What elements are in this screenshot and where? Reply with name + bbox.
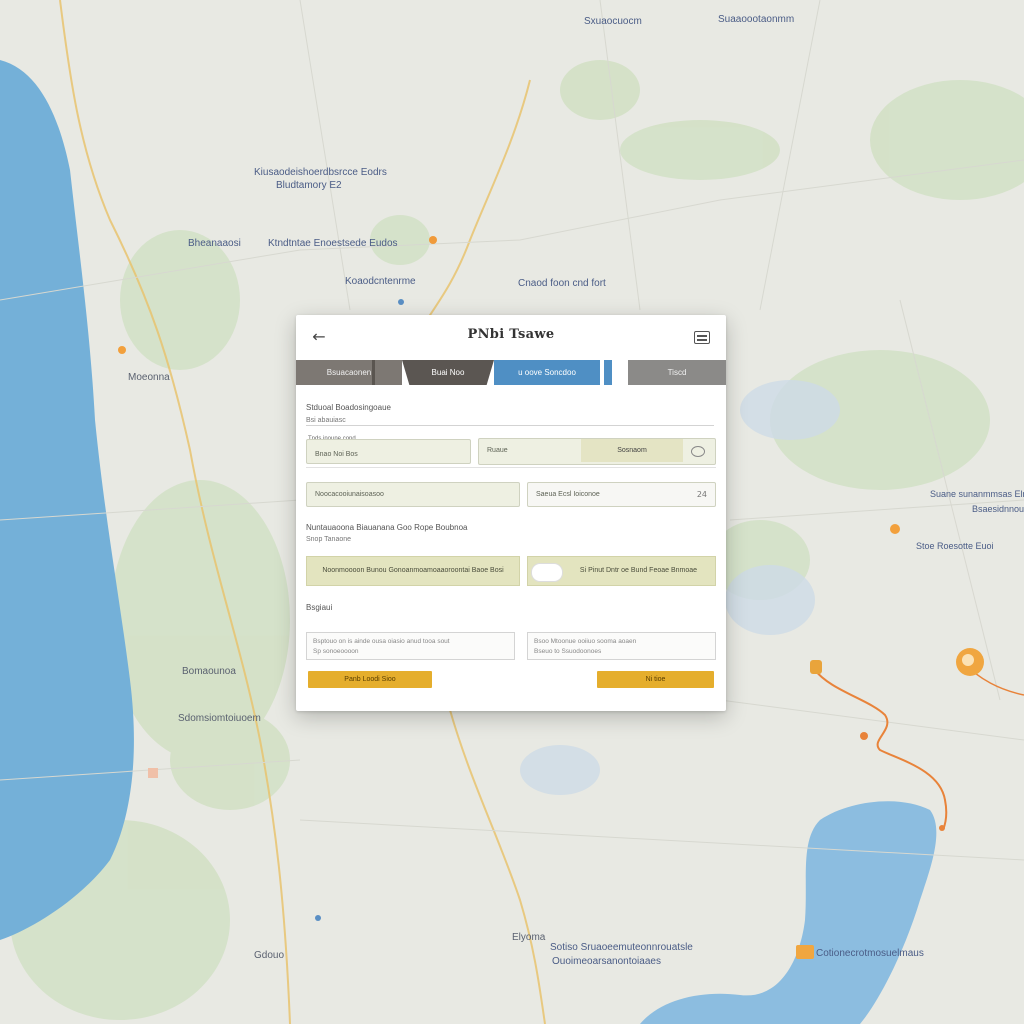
origin-value: Bnao Noi Bos — [315, 451, 358, 458]
section-subtitle: Snop Tanaone — [306, 536, 352, 543]
notes-line: Bseuo to Ssuodoonoes — [534, 648, 602, 655]
map-label: Kiusaodeishoerdbsrcce Eodrs — [254, 167, 387, 178]
tab-label: Bsuacaonen — [326, 368, 372, 377]
tab-bar: Bsuacaonen Buai Noo u oove Soncdoo Tiscd — [296, 360, 726, 385]
map-label: Cnaod foon cnd fort — [518, 278, 606, 289]
section-title: Stduoal Boadosingoaue — [306, 403, 391, 412]
map-label: Suane sunanmmsas Elnes — [930, 489, 1024, 499]
destination-field[interactable]: Ruaue Sosnaom — [478, 438, 716, 465]
origin-field[interactable]: Bnao Noi Bos — [306, 439, 471, 464]
notes-line: Sp sonoeoooon — [313, 648, 359, 655]
option-label: Noonmoooon Bunou Gonoanmoamoaaoroontai B… — [322, 567, 504, 574]
dialog-header: ← PNbi Tsawe — [296, 315, 726, 359]
secondary-button[interactable]: Ni tioe — [597, 671, 714, 688]
toggle-switch[interactable] — [531, 563, 563, 582]
date-field[interactable]: Noocacooiunaisoasoo — [306, 482, 520, 507]
tab-divider — [372, 360, 375, 385]
notes-textarea-right[interactable]: Bsoo Mtoonue ooiiuo sooma aoaen Bseuo to… — [527, 632, 716, 660]
map-label: Bsaesidnnouen — [972, 504, 1024, 514]
primary-button[interactable]: Panb Loodi Sioo — [308, 671, 432, 688]
notes-line: Bsoo Mtoonue ooiiuo sooma aoaen — [534, 638, 637, 645]
menu-icon[interactable] — [694, 331, 710, 344]
option-card-right[interactable]: Si Pinut Dntr oe Bund Feoae Bnmoae — [527, 556, 716, 586]
map-label: Suaaoootaonmm — [718, 14, 795, 25]
locate-icon[interactable] — [691, 446, 705, 457]
map-label: Koaodcntenrme — [345, 276, 416, 287]
destination-value: Ruaue — [487, 447, 508, 454]
map-label: Sotiso Sruaoeemuteonnrouatsle — [550, 942, 693, 953]
option-label: Si Pinut Dntr oe Bund Feoae Bnmoae — [579, 567, 698, 574]
notes-line: Bsptouo on is ainde ousa oiasio anud too… — [313, 638, 450, 645]
route-dialog: ← PNbi Tsawe Bsuacaonen Buai Noo u oove … — [296, 315, 726, 711]
map-label: Bomaounoa — [182, 666, 236, 677]
tab-divider — [600, 360, 628, 385]
map-label: Stoe Roesotte Euoi — [916, 541, 994, 551]
map-label: Bludtamory E2 — [276, 180, 342, 191]
map-label: Cotionecrotmosuelmaus — [816, 948, 924, 959]
map-label: Ktndtntae Enoestsede Eudos — [268, 238, 398, 249]
dialog-title: PNbi Tsawe — [467, 327, 555, 342]
divider — [306, 467, 716, 468]
search-button-label: Sosnaom — [617, 447, 647, 454]
tab-2[interactable]: Buai Noo — [402, 360, 494, 385]
divider — [306, 425, 714, 426]
map-label: Ouoimeoarsanontoiaaes — [552, 956, 661, 967]
map-label: Elyoma — [512, 932, 546, 943]
tab-1[interactable]: Bsuacaonen — [296, 360, 402, 385]
map-label: Sxuaocuocm — [584, 16, 642, 27]
section-subtitle: Bsi abauiasc — [306, 417, 346, 424]
map-label: Bheanaaosi — [188, 238, 241, 249]
option-card-left[interactable]: Noonmoooon Bunou Gonoanmoamoaaoroontai B… — [306, 556, 520, 586]
tab-4[interactable]: Tiscd — [628, 360, 726, 385]
chevron-icon: 24 — [696, 490, 707, 499]
section-title: Nuntauaoona Biauanana Goo Rope Boubnoa — [306, 523, 468, 532]
time-value: Saeua Ecsl Ioiconoe — [536, 491, 600, 498]
map-label: Moeonna — [128, 372, 170, 383]
tab-label: Buai Noo — [431, 368, 465, 377]
map-label: Sdomsiomtoiuoem — [178, 713, 261, 724]
time-select[interactable]: Saeua Ecsl Ioiconoe 24 — [527, 482, 716, 507]
tab-label: Tiscd — [667, 368, 687, 377]
notes-textarea-left[interactable]: Bsptouo on is ainde ousa oiasio anud too… — [306, 632, 515, 660]
map-label: Gdouo — [254, 950, 285, 961]
tab-label: u oove Soncdoo — [518, 368, 576, 377]
primary-button-label: Panb Loodi Sioo — [344, 676, 396, 683]
search-button[interactable]: Sosnaom — [581, 439, 683, 462]
tab-3-active[interactable]: u oove Soncdoo — [494, 360, 600, 385]
date-value: Noocacooiunaisoasoo — [315, 491, 384, 498]
secondary-button-label: Ni tioe — [645, 676, 666, 683]
section-title: Bsgiaui — [306, 603, 333, 612]
